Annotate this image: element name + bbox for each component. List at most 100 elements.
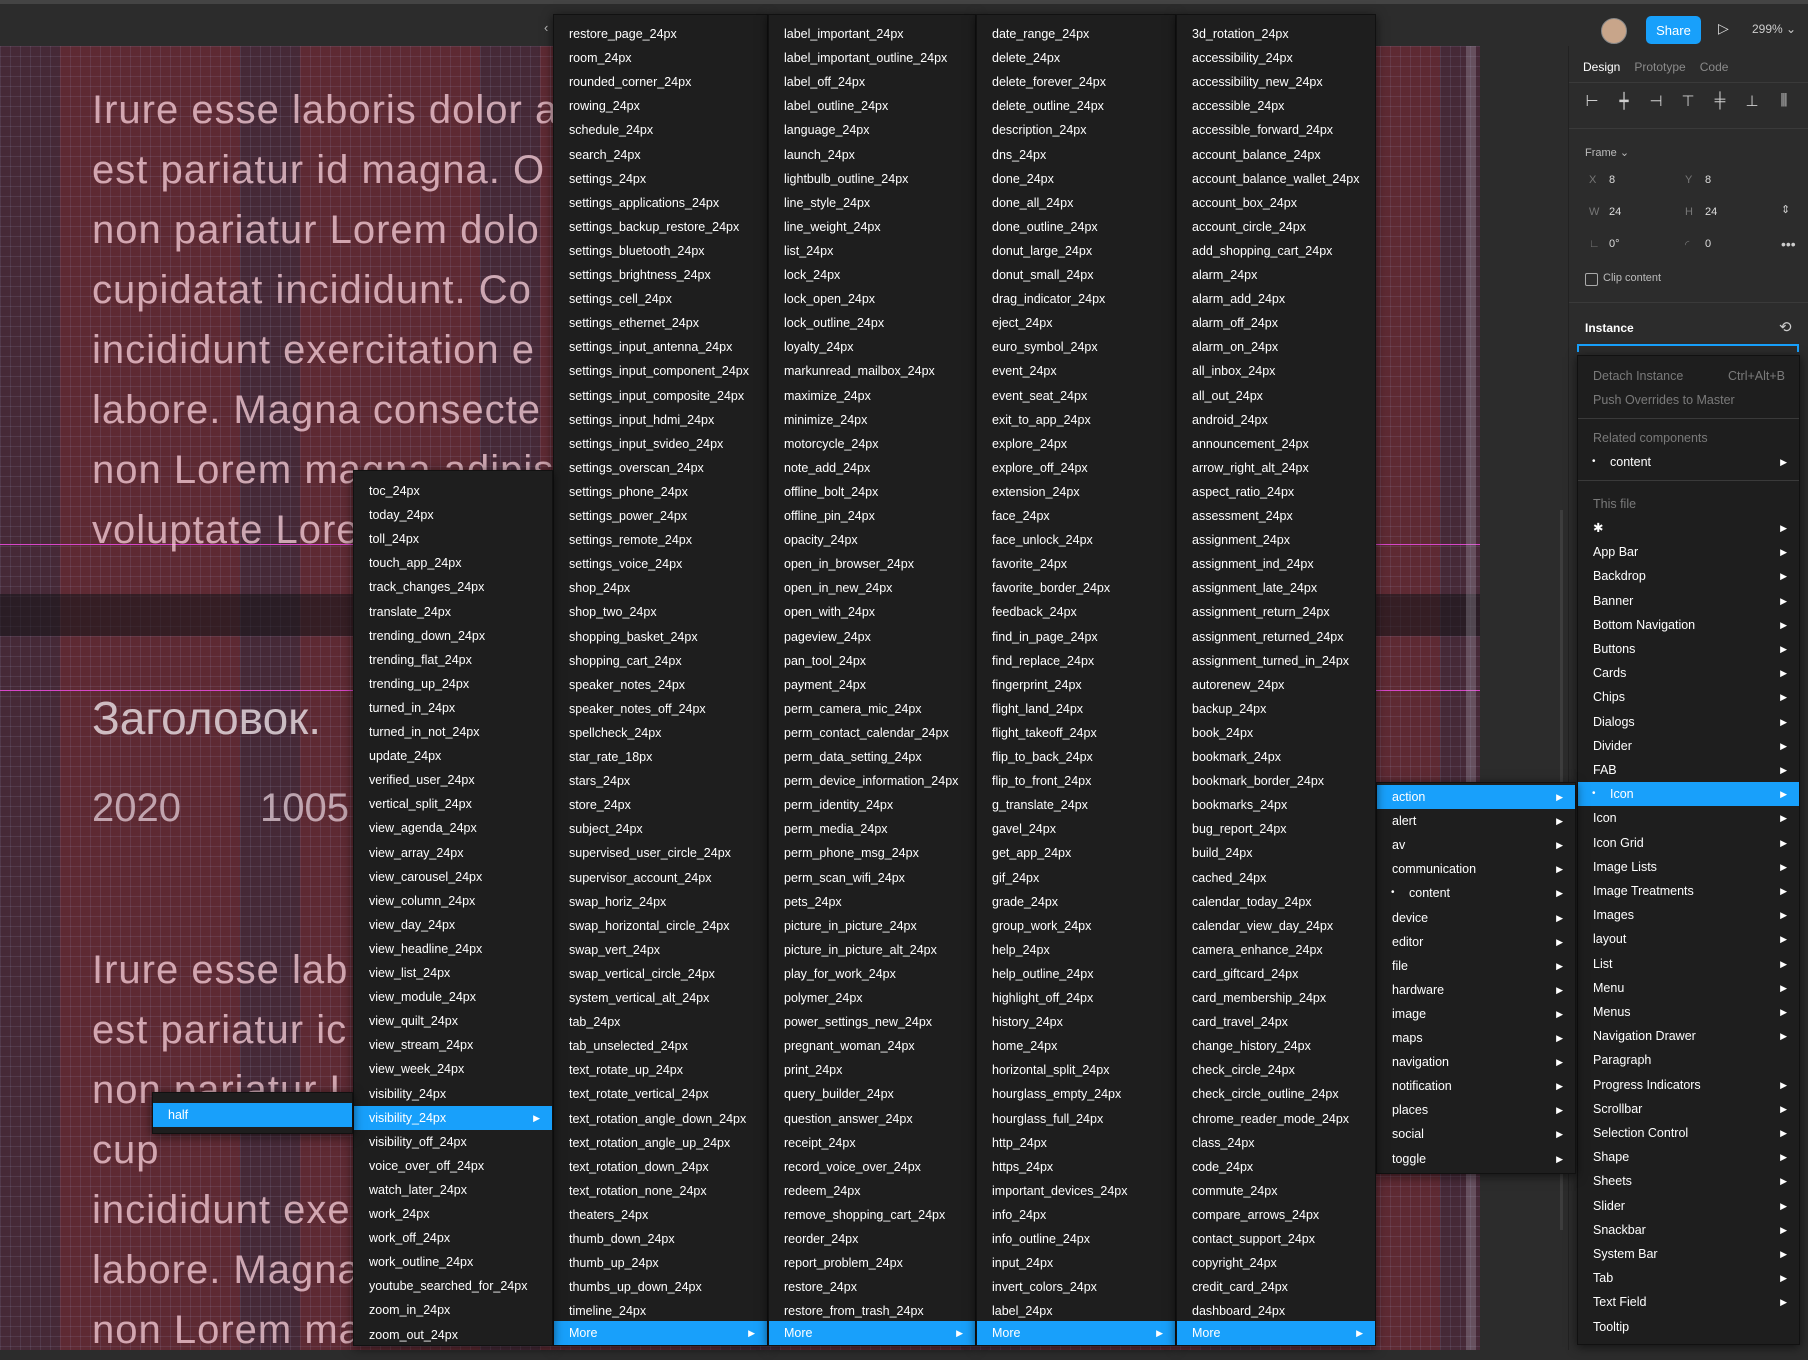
component-item[interactable]: Slider ▶ bbox=[1578, 1194, 1799, 1218]
icon-component-item[interactable]: alarm_off_24px bbox=[1177, 311, 1375, 335]
icon-component-item[interactable]: settings_applications_24px bbox=[554, 191, 767, 215]
clip-content-checkbox[interactable] bbox=[1585, 273, 1598, 286]
icon-component-item[interactable]: toc_24px bbox=[354, 479, 552, 503]
icon-component-item[interactable]: thumb_up_24px bbox=[554, 1251, 767, 1275]
icon-component-item[interactable]: feedback_24px bbox=[977, 600, 1175, 624]
icon-component-item[interactable]: book_24px bbox=[1177, 721, 1375, 745]
component-item[interactable]: Banner ▶ bbox=[1578, 589, 1799, 613]
icon-component-item[interactable]: tab_24px bbox=[554, 1010, 767, 1034]
icon-component-item[interactable]: done_outline_24px bbox=[977, 215, 1175, 239]
icon-component-item[interactable]: question_answer_24px bbox=[769, 1107, 975, 1131]
icon-component-item[interactable]: bug_report_24px bbox=[1177, 817, 1375, 841]
icon-component-item[interactable]: account_circle_24px bbox=[1177, 215, 1375, 239]
icon-component-item[interactable]: pets_24px bbox=[769, 890, 975, 914]
share-button[interactable]: Share bbox=[1646, 16, 1701, 44]
icon-component-item[interactable]: visibility_off_24px bbox=[354, 1130, 552, 1154]
icon-component-item[interactable]: bookmarks_24px bbox=[1177, 793, 1375, 817]
icon-component-item[interactable]: accessibility_24px bbox=[1177, 46, 1375, 70]
icon-component-item[interactable]: add_shopping_cart_24px bbox=[1177, 239, 1375, 263]
icon-component-item[interactable]: picture_in_picture_alt_24px bbox=[769, 938, 975, 962]
zoom-level[interactable]: 299% ⌄ bbox=[1752, 22, 1796, 36]
icon-component-item[interactable]: copyright_24px bbox=[1177, 1251, 1375, 1275]
align-left-icon[interactable]: ⊢ bbox=[1581, 92, 1603, 110]
icon-component-item[interactable]: lightbulb_outline_24px bbox=[769, 167, 975, 191]
category-item[interactable]: file ▶ bbox=[1377, 954, 1575, 978]
icon-component-item[interactable]: store_24px bbox=[554, 793, 767, 817]
icon-component-item[interactable]: fingerprint_24px bbox=[977, 673, 1175, 697]
icon-component-item[interactable]: play_for_work_24px bbox=[769, 962, 975, 986]
icon-component-item[interactable]: payment_24px bbox=[769, 673, 975, 697]
icon-component-item[interactable]: offline_bolt_24px bbox=[769, 480, 975, 504]
icon-component-item[interactable]: hourglass_empty_24px bbox=[977, 1082, 1175, 1106]
icon-component-item[interactable]: swap_horiz_24px bbox=[554, 890, 767, 914]
align-top-icon[interactable]: ⊤ bbox=[1677, 92, 1699, 110]
icon-component-item[interactable]: track_changes_24px bbox=[354, 575, 552, 599]
icon-component-item[interactable]: thumbs_up_down_24px bbox=[554, 1275, 767, 1299]
icon-component-item[interactable]: rounded_corner_24px bbox=[554, 70, 767, 94]
icon-component-item[interactable]: assignment_return_24px bbox=[1177, 600, 1375, 624]
icon-component-item[interactable]: label_important_24px bbox=[769, 22, 975, 46]
icon-component-item[interactable]: info_24px bbox=[977, 1203, 1175, 1227]
category-item[interactable]: notification ▶ bbox=[1377, 1074, 1575, 1098]
icon-component-item[interactable]: input_24px bbox=[977, 1251, 1175, 1275]
category-item[interactable]: image ▶ bbox=[1377, 1002, 1575, 1026]
icon-component-item[interactable]: visibility_24px bbox=[354, 1082, 552, 1106]
icon-component-item[interactable]: chrome_reader_mode_24px bbox=[1177, 1107, 1375, 1131]
icon-component-item[interactable]: subject_24px bbox=[554, 817, 767, 841]
icon-component-item[interactable]: perm_identity_24px bbox=[769, 793, 975, 817]
icon-component-item[interactable]: report_problem_24px bbox=[769, 1251, 975, 1275]
icon-component-item[interactable]: youtube_searched_for_24px bbox=[354, 1274, 552, 1298]
component-item[interactable]: Sheets ▶ bbox=[1578, 1169, 1799, 1193]
category-item[interactable]: maps ▶ bbox=[1377, 1026, 1575, 1050]
icon-component-item[interactable]: settings_input_svideo_24px bbox=[554, 432, 767, 456]
icon-component-item[interactable]: print_24px bbox=[769, 1058, 975, 1082]
icon-component-item[interactable]: settings_phone_24px bbox=[554, 480, 767, 504]
icon-component-item[interactable]: record_voice_over_24px bbox=[769, 1155, 975, 1179]
icon-component-item[interactable]: description_24px bbox=[977, 118, 1175, 142]
icon-component-item[interactable]: account_balance_wallet_24px bbox=[1177, 167, 1375, 191]
component-item[interactable]: Images ▶ bbox=[1578, 903, 1799, 927]
icon-component-item[interactable]: help_24px bbox=[977, 938, 1175, 962]
icon-component-item[interactable]: grade_24px bbox=[977, 890, 1175, 914]
icon-component-item[interactable]: settings_voice_24px bbox=[554, 552, 767, 576]
icon-component-item[interactable]: settings_input_composite_24px bbox=[554, 384, 767, 408]
icon-component-item[interactable]: flip_to_front_24px bbox=[977, 769, 1175, 793]
icon-component-item[interactable]: aspect_ratio_24px bbox=[1177, 480, 1375, 504]
icon-component-item[interactable]: history_24px bbox=[977, 1010, 1175, 1034]
icon-component-item[interactable]: event_seat_24px bbox=[977, 384, 1175, 408]
component-item[interactable]: Cards ▶ bbox=[1578, 661, 1799, 685]
icon-component-item[interactable]: shop_24px bbox=[554, 576, 767, 600]
icon-component-item[interactable]: perm_contact_calendar_24px bbox=[769, 721, 975, 745]
chevron-left-icon[interactable]: ‹ bbox=[544, 20, 548, 35]
icon-component-item[interactable]: alarm_24px bbox=[1177, 263, 1375, 287]
component-item[interactable]: Image Lists ▶ bbox=[1578, 855, 1799, 879]
icon-component-item[interactable]: done_all_24px bbox=[977, 191, 1175, 215]
category-item[interactable]: alert ▶ bbox=[1377, 809, 1575, 833]
component-item[interactable]: Image Treatments ▶ bbox=[1578, 879, 1799, 903]
icon-component-item[interactable]: vertical_split_24px bbox=[354, 792, 552, 816]
icon-component-item[interactable]: note_add_24px bbox=[769, 456, 975, 480]
icon-component-item[interactable]: accessible_forward_24px bbox=[1177, 118, 1375, 142]
component-item[interactable]: FAB ▶ bbox=[1578, 758, 1799, 782]
icon-component-item[interactable]: eject_24px bbox=[977, 311, 1175, 335]
icon-component-item[interactable]: restore_from_trash_24px bbox=[769, 1299, 975, 1323]
component-item[interactable]: Icon Grid ▶ bbox=[1578, 831, 1799, 855]
category-item[interactable]: action ▶ bbox=[1377, 785, 1575, 809]
icon-component-item[interactable]: view_agenda_24px bbox=[354, 816, 552, 840]
icon-component-item[interactable]: timeline_24px bbox=[554, 1299, 767, 1323]
icon-component-item[interactable]: g_translate_24px bbox=[977, 793, 1175, 817]
icon-component-item[interactable]: view_column_24px bbox=[354, 889, 552, 913]
icon-component-item[interactable]: view_carousel_24px bbox=[354, 865, 552, 889]
icon-component-item[interactable]: change_history_24px bbox=[1177, 1034, 1375, 1058]
icon-component-item[interactable]: code_24px bbox=[1177, 1155, 1375, 1179]
icon-component-item[interactable]: favorite_border_24px bbox=[977, 576, 1175, 600]
icon-component-item[interactable]: remove_shopping_cart_24px bbox=[769, 1203, 975, 1227]
icon-component-item[interactable]: announcement_24px bbox=[1177, 432, 1375, 456]
icon-component-item[interactable]: gif_24px bbox=[977, 866, 1175, 890]
icon-component-item[interactable]: label_off_24px bbox=[769, 70, 975, 94]
icon-component-item[interactable]: voice_over_off_24px bbox=[354, 1154, 552, 1178]
icon-component-item[interactable]: flight_land_24px bbox=[977, 697, 1175, 721]
icon-component-item[interactable]: stars_24px bbox=[554, 769, 767, 793]
width-field[interactable]: 24 bbox=[1609, 206, 1621, 218]
icon-component-item[interactable]: work_outline_24px bbox=[354, 1250, 552, 1274]
